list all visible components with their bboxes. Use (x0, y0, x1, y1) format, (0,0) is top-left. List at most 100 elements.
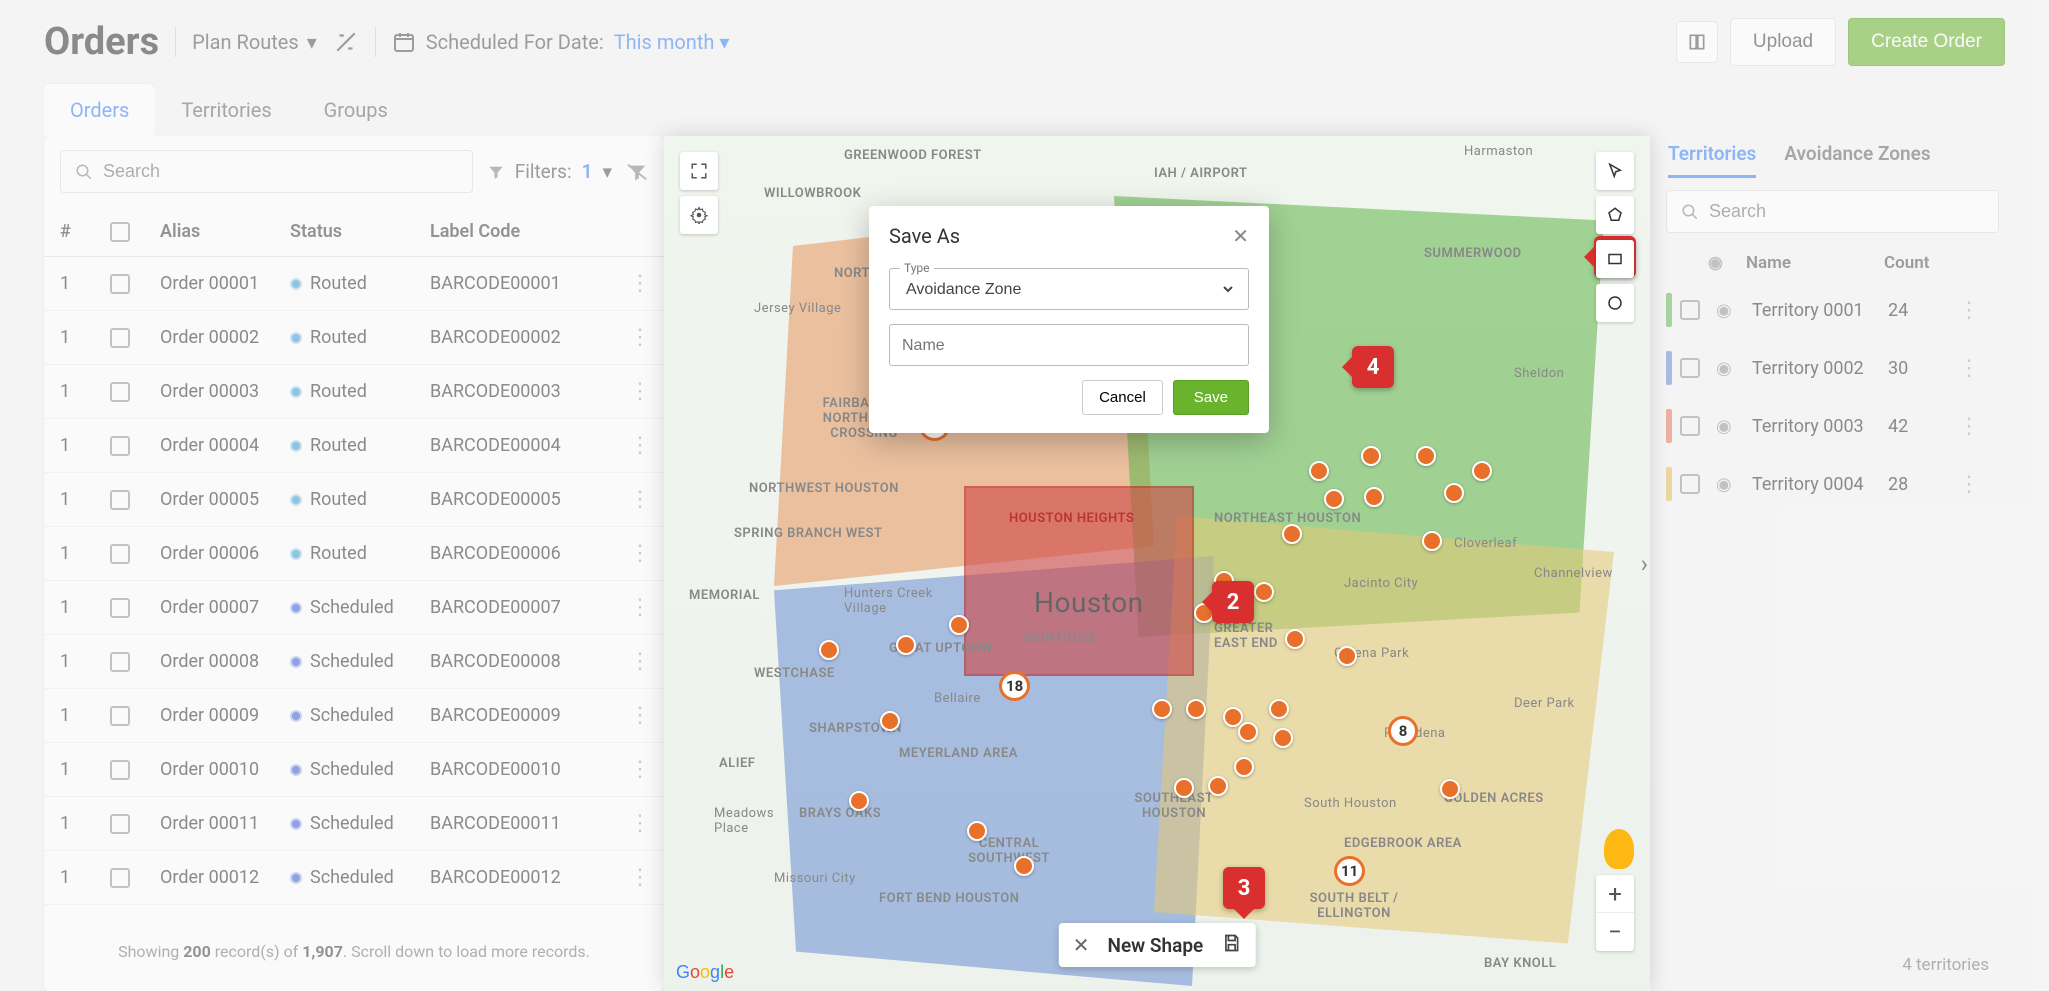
marker[interactable] (1309, 461, 1329, 481)
marker[interactable] (819, 640, 839, 660)
territory-row[interactable]: ◉ Territory 0001 24 ⋮ (1660, 281, 2005, 339)
name-input[interactable] (902, 337, 1236, 355)
row-more-icon[interactable]: ⋮ (620, 865, 660, 890)
scheduled-value-dropdown[interactable]: This month ▾ (614, 30, 730, 54)
zoom-out-button[interactable]: − (1596, 913, 1634, 951)
territory-checkbox[interactable] (1680, 358, 1700, 378)
type-select[interactable]: Avoidance Zone (902, 280, 1236, 299)
marker[interactable] (1254, 582, 1274, 602)
territory-row[interactable]: ◉ Territory 0004 28 ⋮ (1660, 455, 2005, 513)
marker[interactable] (1238, 722, 1258, 742)
marker[interactable] (949, 615, 969, 635)
route-icon[interactable] (333, 29, 359, 55)
marker[interactable] (1152, 699, 1172, 719)
marker[interactable] (1364, 487, 1384, 507)
right-tab-avoidance[interactable]: Avoidance Zones (1784, 142, 1930, 178)
map[interactable]: GREENWOOD FOREST WILLOWBROOK IAH / AIRPO… (664, 136, 1650, 991)
filters-dropdown[interactable]: Filters: 1 ▾ (487, 160, 612, 183)
table-row[interactable]: 1 Order 00005 Routed BARCODE00005 ⋮ (44, 473, 664, 527)
visibility-toggle-icon[interactable]: ◉ (1716, 358, 1746, 379)
marker[interactable] (967, 821, 987, 841)
territory-checkbox[interactable] (1680, 474, 1700, 494)
territory-row[interactable]: ◉ Territory 0002 30 ⋮ (1660, 339, 2005, 397)
table-row[interactable]: 1 Order 00002 Routed BARCODE00002 ⋮ (44, 311, 664, 365)
visibility-toggle-icon[interactable]: ◉ (1716, 300, 1746, 321)
close-icon[interactable]: ✕ (1073, 933, 1090, 957)
marker[interactable] (1273, 728, 1293, 748)
marker[interactable] (1324, 489, 1344, 509)
visibility-toggle-icon[interactable]: ◉ (1716, 416, 1746, 437)
row-more-icon[interactable]: ⋮ (620, 757, 660, 782)
close-icon[interactable]: ✕ (1232, 224, 1249, 248)
cluster-marker[interactable]: 8 (1388, 716, 1418, 746)
marker[interactable] (1416, 446, 1436, 466)
plan-routes-dropdown[interactable]: Plan Routes ▾ (192, 30, 317, 54)
row-more-icon[interactable]: ⋮ (620, 595, 660, 620)
table-row[interactable]: 1 Order 00009 Scheduled BARCODE00009 ⋮ (44, 689, 664, 743)
table-row[interactable]: 1 Order 00007 Scheduled BARCODE00007 ⋮ (44, 581, 664, 635)
marker[interactable] (1282, 524, 1302, 544)
territory-row[interactable]: ◉ Territory 0003 42 ⋮ (1660, 397, 2005, 455)
clear-filters-button[interactable] (626, 161, 648, 183)
tab-territories[interactable]: Territories (155, 84, 297, 136)
upload-button[interactable]: Upload (1730, 18, 1836, 66)
marker[interactable] (880, 711, 900, 731)
calendar-icon[interactable] (392, 30, 416, 54)
row-more-icon[interactable]: ⋮ (620, 649, 660, 674)
row-more-icon[interactable]: ⋮ (620, 811, 660, 836)
visibility-toggle-icon[interactable]: ◉ (1716, 474, 1746, 495)
marker[interactable] (1444, 483, 1464, 503)
polygon-tool[interactable] (1596, 196, 1634, 234)
create-order-button[interactable]: Create Order (1848, 18, 2005, 66)
circle-tool[interactable] (1596, 284, 1634, 322)
expand-panel-chevron-icon[interactable]: › (1641, 550, 1648, 578)
row-more-icon[interactable]: ⋮ (620, 703, 660, 728)
row-checkbox[interactable] (110, 382, 130, 402)
marker[interactable] (1269, 699, 1289, 719)
table-row[interactable]: 1 Order 00012 Scheduled BARCODE00012 ⋮ (44, 851, 664, 905)
row-checkbox[interactable] (110, 814, 130, 834)
table-row[interactable]: 1 Order 00001 Routed BARCODE00001 ⋮ (44, 257, 664, 311)
row-checkbox[interactable] (110, 490, 130, 510)
save-button[interactable]: Save (1173, 380, 1249, 415)
fullscreen-button[interactable] (680, 152, 718, 190)
marker[interactable] (1337, 646, 1357, 666)
cluster-marker[interactable]: 11 (1334, 856, 1365, 886)
table-row[interactable]: 1 Order 00011 Scheduled BARCODE00011 ⋮ (44, 797, 664, 851)
marker[interactable] (1174, 778, 1194, 798)
map-settings-button[interactable] (680, 196, 718, 234)
rectangle-tool[interactable] (1596, 240, 1634, 278)
marker[interactable] (849, 791, 869, 811)
marker[interactable] (1422, 531, 1442, 551)
row-more-icon[interactable]: ⋮ (620, 541, 660, 566)
row-checkbox[interactable] (110, 436, 130, 456)
row-more-icon[interactable]: ⋮ (1954, 472, 1984, 497)
marker[interactable] (1208, 776, 1228, 796)
row-checkbox[interactable] (110, 328, 130, 348)
row-more-icon[interactable]: ⋮ (1954, 356, 1984, 381)
territory-checkbox[interactable] (1680, 300, 1700, 320)
zoom-in-button[interactable]: + (1596, 875, 1634, 913)
select-all-checkbox[interactable] (110, 222, 130, 242)
search-input[interactable] (103, 161, 458, 182)
row-checkbox[interactable] (110, 598, 130, 618)
row-more-icon[interactable]: ⋮ (620, 379, 660, 404)
table-row[interactable]: 1 Order 00003 Routed BARCODE00003 ⋮ (44, 365, 664, 419)
territory-search-input[interactable] (1709, 201, 1984, 222)
tab-groups[interactable]: Groups (298, 84, 414, 136)
tab-orders[interactable]: Orders (44, 84, 155, 136)
layout-toggle-button[interactable] (1676, 21, 1718, 63)
row-more-icon[interactable]: ⋮ (620, 433, 660, 458)
cluster-marker[interactable]: 18 (999, 671, 1030, 701)
table-row[interactable]: 1 Order 00008 Scheduled BARCODE00008 ⋮ (44, 635, 664, 689)
marker[interactable] (1361, 446, 1381, 466)
marker[interactable] (1285, 629, 1305, 649)
marker[interactable] (1234, 757, 1254, 777)
row-checkbox[interactable] (110, 652, 130, 672)
row-more-icon[interactable]: ⋮ (620, 325, 660, 350)
pointer-tool[interactable] (1596, 152, 1634, 190)
territory-checkbox[interactable] (1680, 416, 1700, 436)
search-input-wrapper[interactable] (60, 150, 473, 193)
marker[interactable] (1472, 461, 1492, 481)
marker[interactable] (1014, 856, 1034, 876)
